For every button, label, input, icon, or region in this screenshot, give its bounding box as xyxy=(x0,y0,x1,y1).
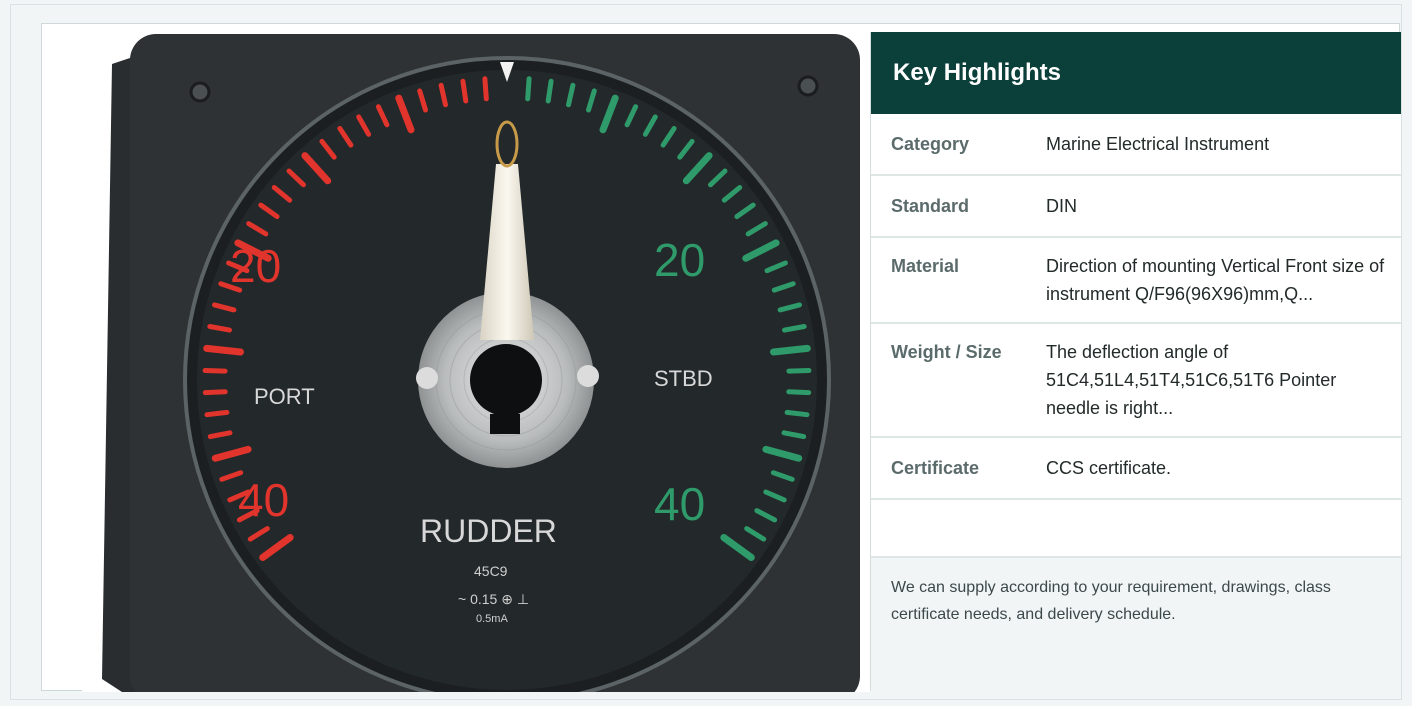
port-number-20: 20 xyxy=(230,240,281,292)
scale-tick xyxy=(482,76,489,102)
scale-tick xyxy=(784,409,810,418)
table-row: Material Direction of mounting Vertical … xyxy=(871,238,1401,324)
highlights-table: Category Marine Electrical Instrument St… xyxy=(871,114,1401,500)
stbd-label: STBD xyxy=(654,366,713,391)
supply-note: We can supply according to your requirem… xyxy=(871,556,1401,691)
scale-tick xyxy=(202,389,228,396)
table-row: Category Marine Electrical Instrument xyxy=(871,114,1401,176)
product-card: 20 40 20 40 PORT STBD RUDDER 45C9 ~ 0.15… xyxy=(41,23,1401,692)
table-row: Weight / Size The deflection angle of 51… xyxy=(871,324,1401,438)
rudder-label: RUDDER xyxy=(420,513,557,549)
scale-tick xyxy=(203,344,244,356)
spec-label: ~ 0.15 ⊕ ⊥ xyxy=(458,591,529,607)
key-highlights-panel: Key Highlights Category Marine Electrica… xyxy=(870,32,1401,691)
row-value: The deflection angle of 51C4,51L4,51T4,5… xyxy=(1046,342,1337,418)
screw-top-left xyxy=(189,81,211,103)
panel-title: Key Highlights xyxy=(871,32,1401,114)
model-label: 45C9 xyxy=(474,563,508,579)
row-value: DIN xyxy=(1046,196,1077,216)
table-row: Certificate CCS certificate. xyxy=(871,438,1401,500)
scale-tick xyxy=(786,389,812,396)
port-number-40: 40 xyxy=(238,474,289,526)
table-row: Standard DIN xyxy=(871,176,1401,238)
stbd-number-20: 20 xyxy=(654,234,705,286)
row-label: Standard xyxy=(891,196,970,216)
row-value: Marine Electrical Instrument xyxy=(1046,134,1270,154)
row-value: Direction of mounting Vertical Front siz… xyxy=(1046,256,1385,304)
screw-top-right xyxy=(797,75,819,97)
scale-tick xyxy=(204,409,230,418)
scale-tick xyxy=(202,368,228,374)
row-label: Certificate xyxy=(891,458,980,478)
scale-tick xyxy=(782,324,807,333)
row-label: Category xyxy=(891,134,970,154)
current-label: 0.5mA xyxy=(476,613,508,625)
row-label: Material xyxy=(891,256,960,276)
port-label: PORT xyxy=(254,384,315,409)
rudder-indicator-image: 20 40 20 40 PORT STBD RUDDER 45C9 ~ 0.15… xyxy=(82,24,870,692)
product-photo[interactable]: 20 40 20 40 PORT STBD RUDDER 45C9 ~ 0.15… xyxy=(82,24,870,692)
scale-tick xyxy=(525,76,532,102)
scale-tick xyxy=(786,368,812,374)
stbd-number-40: 40 xyxy=(654,478,705,530)
scale-tick xyxy=(770,344,811,356)
row-value: CCS certificate. xyxy=(1046,458,1172,478)
needle-cap xyxy=(470,344,542,416)
row-label: Weight / Size xyxy=(891,342,1002,362)
page-frame: 20 40 20 40 PORT STBD RUDDER 45C9 ~ 0.15… xyxy=(10,4,1402,700)
scale-tick xyxy=(545,78,554,104)
scale-tick xyxy=(207,324,232,333)
scale-tick xyxy=(460,78,469,104)
